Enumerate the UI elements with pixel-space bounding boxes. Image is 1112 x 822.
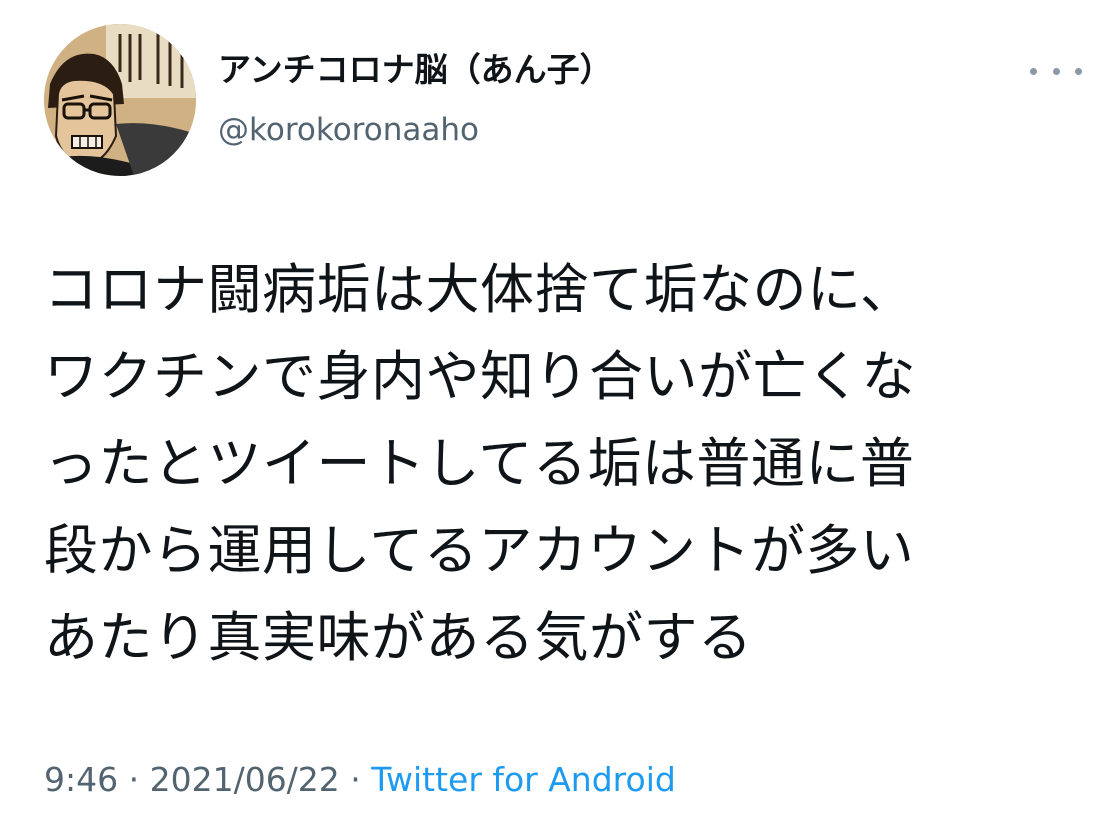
tweet-source-link[interactable]: Twitter for Android [371, 760, 676, 799]
tweet-date[interactable]: 2021/06/22 [150, 760, 340, 799]
tweet-text-line: あたり真実味がある気がする [44, 606, 753, 669]
tweet-time[interactable]: 9:46 [44, 760, 118, 799]
more-options-icon [1075, 67, 1082, 75]
avatar[interactable] [44, 24, 196, 176]
more-options-icon [1052, 67, 1060, 75]
tweet-text-line: 段から運用してるアカウントが多い [44, 519, 915, 582]
tweet-metadata: 9:46 · 2021/06/22 · Twitter for Android [44, 758, 676, 802]
author-display-name[interactable]: アンチコロナ脳（あん子） [218, 48, 613, 92]
more-options-icon [1030, 67, 1037, 75]
more-options-button[interactable] [1030, 56, 1082, 86]
tweet-text-line: コロナ闘病垢は大体捨て垢なのに、 [44, 258, 915, 321]
tweet-text: コロナ闘病垢は大体捨て垢なのに、 ワクチンで身内や知り合いが亡くな ったとツイー… [44, 246, 1094, 681]
meta-separator: · [118, 760, 150, 799]
author-handle[interactable]: @korokoronaaho [218, 110, 479, 150]
manga-character-avatar-icon [44, 24, 196, 176]
tweet-card: アンチコロナ脳（あん子） @korokoronaaho コロナ闘病垢は大体捨て垢… [0, 0, 1112, 822]
meta-separator: · [339, 760, 372, 799]
tweet-text-line: ったとツイートしてる垢は普通に普 [44, 432, 915, 495]
tweet-text-line: ワクチンで身内や知り合いが亡くな [44, 345, 916, 408]
